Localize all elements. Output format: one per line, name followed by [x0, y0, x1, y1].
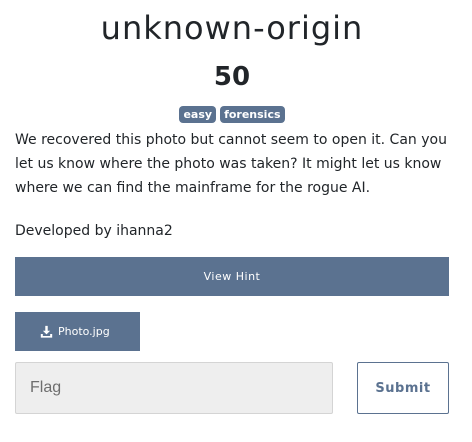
challenge-points: 50 [213, 62, 251, 92]
flag-submission-form: Submit [15, 362, 449, 414]
download-icon [40, 325, 53, 338]
challenge-description: We recovered this photo but cannot seem … [15, 132, 447, 196]
view-hint-button[interactable]: View Hint [15, 257, 449, 296]
flag-input[interactable] [15, 362, 333, 414]
tag-easy: easy [179, 106, 217, 123]
challenge-title: unknown-origin [100, 9, 364, 47]
download-file-label: Photo.jpg [58, 325, 110, 338]
challenge-panel: unknown-origin 50 easy forensics We reco… [15, 0, 449, 351]
submit-button[interactable]: Submit [357, 362, 449, 414]
download-file-button[interactable]: Photo.jpg [15, 312, 140, 351]
challenge-tags: easy forensics [15, 106, 449, 124]
tag-forensics: forensics [220, 106, 285, 123]
challenge-author: Developed by ihanna2 [15, 223, 173, 239]
